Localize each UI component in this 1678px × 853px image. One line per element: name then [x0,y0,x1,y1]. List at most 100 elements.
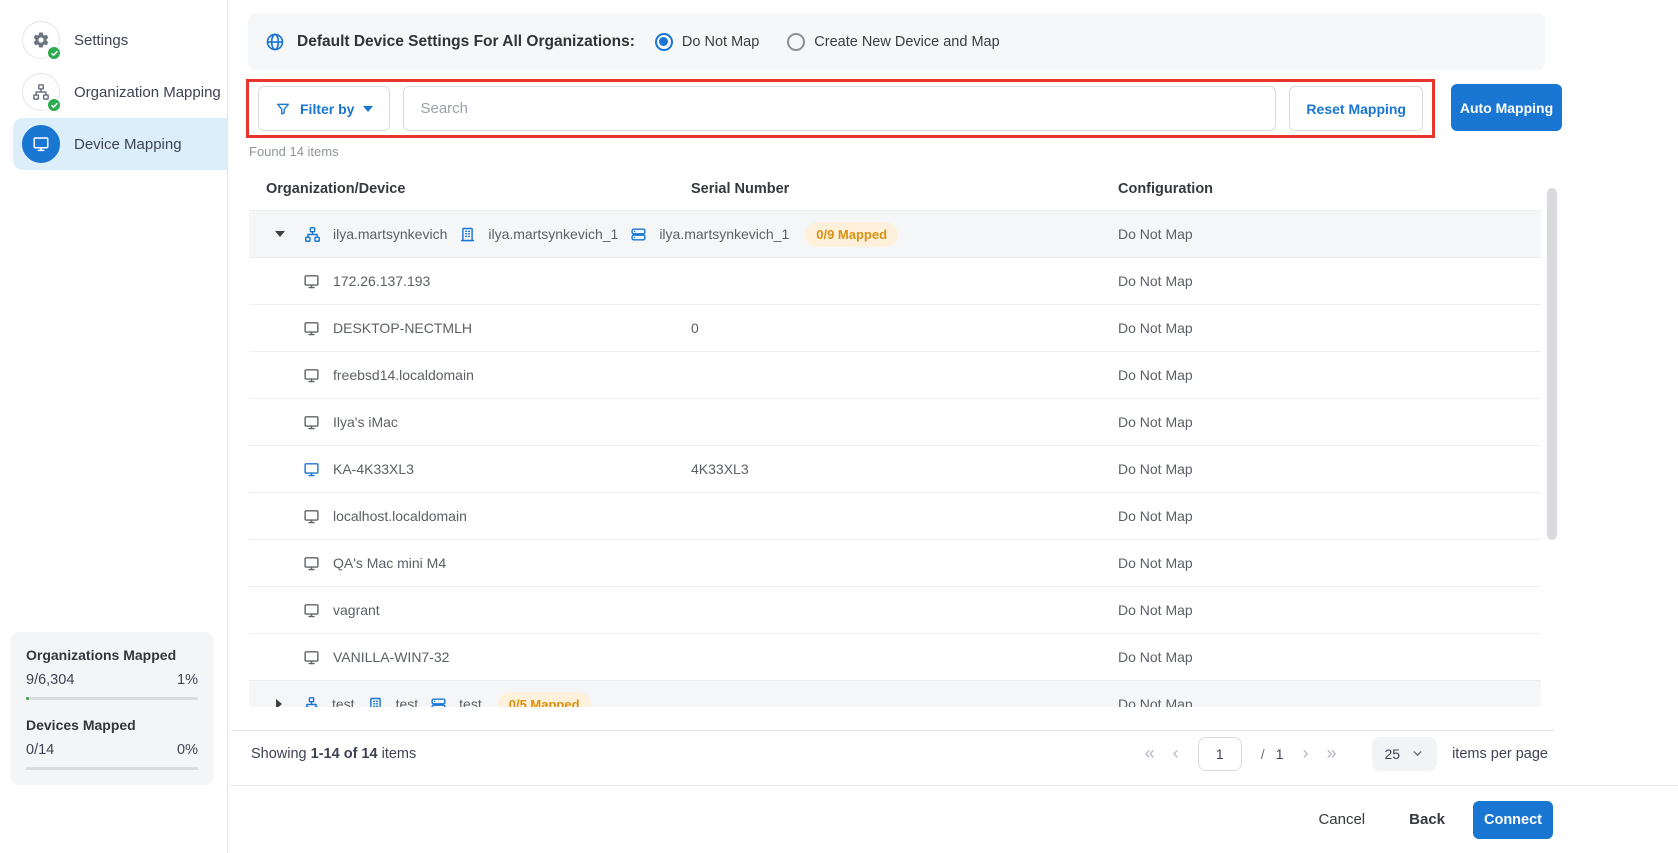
check-badge-icon [46,97,62,113]
device-group-icon [630,226,647,243]
org-tree-icon [22,73,60,111]
organization-name: ilya.martsynkevich [333,226,447,242]
radio-do-not-map[interactable]: Do Not Map [655,33,759,51]
table-row-device[interactable]: DESKTOP-NECTMLH 0 Do Not Map [249,305,1541,352]
configuration-value[interactable]: Do Not Map [1118,602,1541,618]
device-name: KA-4K33XL3 [333,461,414,477]
page-size-select[interactable]: 25 [1372,737,1438,771]
sidebar-item-label: Device Mapping [74,136,182,153]
back-button[interactable]: Back [1409,811,1445,828]
chevron-down-icon [1411,747,1424,760]
page-size-value: 25 [1385,746,1401,762]
configuration-value[interactable]: Do Not Map [1118,367,1541,383]
previous-page-button[interactable]: ‹ [1164,743,1188,764]
configuration-value[interactable]: Do Not Map [1118,461,1541,477]
configuration-value[interactable]: Do Not Map [1118,555,1541,571]
mapping-stats-card: Organizations Mapped 9/6,304 1% Devices … [10,632,214,785]
table-row-device[interactable]: Ilya's iMac Do Not Map [249,399,1541,446]
configuration-value[interactable]: Do Not Map [1118,649,1541,665]
default-settings-label: Default Device Settings For All Organiza… [297,33,635,51]
table-row-organization[interactable]: test test test 0/5 Mapped Do Not Map [249,681,1541,707]
filter-by-button[interactable]: Filter by [258,86,390,131]
check-badge-icon [46,45,62,61]
device-name: vagrant [333,602,380,618]
footer-actions: Cancel Back Connect [229,785,1678,853]
device-mapping-table: Organization/Device Serial Number Config… [249,168,1541,707]
expand-caret-icon[interactable] [276,699,282,707]
column-organization-device: Organization/Device [266,181,691,197]
sidebar-item-label: Settings [74,32,128,49]
devices-mapped-label: Devices Mapped [26,717,198,733]
device-mapping-page: Settings Organization Mapping Device Map… [0,0,1678,853]
showing-suffix: items [382,746,417,762]
devices-progress-bar [26,767,198,770]
table-row-device[interactable]: localhost.localdomain Do Not Map [249,493,1541,540]
device-name: VANILLA-WIN7-32 [333,649,449,665]
configuration-value[interactable]: Do Not Map [1118,696,1541,707]
search-input[interactable] [403,86,1276,131]
main-content: Default Device Settings For All Organiza… [229,0,1678,853]
chevron-down-icon [363,106,373,112]
page-number-input[interactable]: 1 [1198,737,1242,771]
expand-caret-icon[interactable] [275,231,285,237]
column-serial-number: Serial Number [691,181,1118,197]
sidebar-item-organization-mapping[interactable]: Organization Mapping [0,66,227,118]
organization-icon [303,696,320,708]
configuration-value[interactable]: Do Not Map [1118,414,1541,430]
monitor-icon [303,508,320,525]
reset-mapping-button[interactable]: Reset Mapping [1289,86,1423,131]
site-name: test [396,696,419,707]
table-row-device[interactable]: VANILLA-WIN7-32 Do Not Map [249,634,1541,681]
monitor-icon [303,414,320,431]
cancel-button[interactable]: Cancel [1318,811,1365,828]
first-page-button[interactable]: « [1136,743,1164,764]
devices-mapped-value: 0/14 [26,742,54,758]
monitor-icon [303,649,320,666]
table-row-device[interactable]: freebsd14.localdomain Do Not Map [249,352,1541,399]
configuration-value[interactable]: Do Not Map [1118,226,1541,242]
site-name: ilya.martsynkevich_1 [488,226,618,242]
sidebar-item-settings[interactable]: Settings [0,14,227,66]
last-page-button[interactable]: » [1317,743,1345,764]
auto-mapping-button[interactable]: Auto Mapping [1451,84,1562,131]
table-scrollbar[interactable] [1547,188,1557,540]
organizations-progress-bar [26,697,198,700]
device-group-name: test [459,696,482,707]
monitor-icon [303,555,320,572]
table-row-organization[interactable]: ilya.martsynkevich ilya.martsynkevich_1 … [249,211,1541,258]
column-configuration: Configuration [1118,181,1541,197]
configuration-value[interactable]: Do Not Map [1118,273,1541,289]
gear-icon [22,21,60,59]
site-icon [459,226,476,243]
serial-value: 4K33XL3 [691,461,1118,477]
mapped-badge: 0/5 Mapped [498,692,591,708]
clipped-row-container: test test test 0/5 Mapped Do Not Map [249,681,1541,707]
configuration-value[interactable]: Do Not Map [1118,320,1541,336]
device-name: Ilya's iMac [333,414,398,430]
radio-selected-icon [655,33,673,51]
pager-controls: « ‹ 1 / 1 › » 25 items per page [1136,737,1548,771]
radio-create-new-device-and-map[interactable]: Create New Device and Map [787,33,999,51]
organization-icon [304,226,321,243]
organization-name: test [332,696,355,707]
table-row-device[interactable]: 172.26.137.193 Do Not Map [249,258,1541,305]
devices-mapped-percent: 0% [177,742,198,758]
showing-prefix: Showing [251,746,307,762]
table-row-device[interactable]: QA's Mac mini M4 Do Not Map [249,540,1541,587]
radio-unselected-icon [787,33,805,51]
table-row-device[interactable]: vagrant Do Not Map [249,587,1541,634]
sidebar-item-device-mapping[interactable]: Device Mapping [13,118,227,170]
site-icon [367,696,384,708]
sidebar-item-label: Organization Mapping [74,84,221,101]
radio-label: Create New Device and Map [814,34,999,50]
next-page-button[interactable]: › [1293,743,1317,764]
connect-button[interactable]: Connect [1473,801,1553,839]
monitor-icon [303,273,320,290]
monitor-icon [303,461,320,478]
device-group-icon [430,696,447,708]
table-row-device[interactable]: KA-4K33XL3 4K33XL3 Do Not Map [249,446,1541,493]
filter-by-label: Filter by [300,101,354,117]
toolbar-highlight-annotation: Filter by Reset Mapping [246,79,1435,138]
monitor-icon [22,125,60,163]
configuration-value[interactable]: Do Not Map [1118,508,1541,524]
